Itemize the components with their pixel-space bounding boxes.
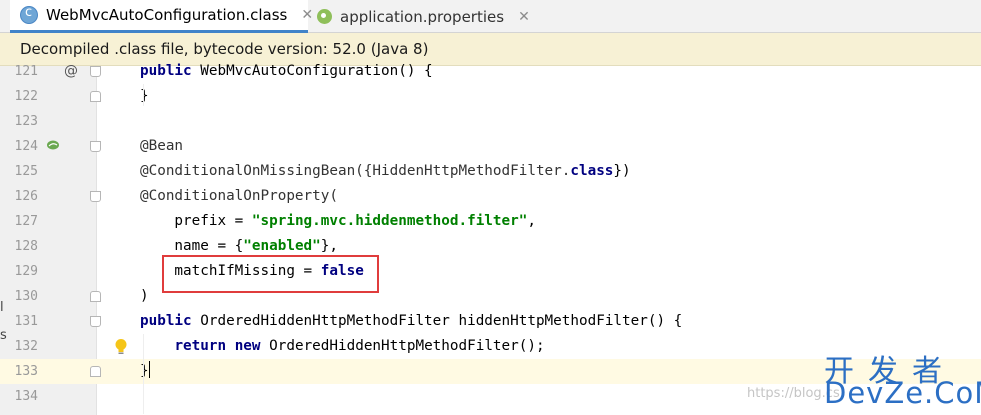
code-token: return [174, 338, 227, 354]
code-line[interactable]: 123 [0, 109, 981, 134]
lightbulb-icon[interactable] [114, 338, 128, 356]
watermark-brand-en: DevZe.CoM [824, 376, 981, 410]
code-token: } [140, 88, 149, 104]
code-text[interactable]: return new OrderedHiddenHttpMethodFilter… [140, 334, 545, 359]
code-token: @Bean [140, 138, 184, 154]
code-token: @ConditionalOnMissingBean({HiddenHttpMet… [140, 163, 571, 179]
indent-guide [143, 84, 144, 106]
code-line[interactable]: 121 public WebMvcAutoConfiguration() { [0, 59, 981, 84]
tab-label: application.properties [340, 7, 505, 26]
text-caret [148, 361, 151, 378]
line-number: 123 [14, 114, 38, 129]
code-line[interactable]: 125 @ConditionalOnMissingBean({HiddenHttp… [0, 159, 981, 184]
code-line[interactable]: 122} [0, 84, 981, 109]
code-line[interactable]: 129 matchIfMissing = false [0, 259, 981, 284]
spring-bean-icon[interactable] [46, 139, 60, 151]
line-number: 133 [14, 364, 38, 379]
code-token: WebMvcAutoConfiguration() { [191, 63, 433, 79]
code-token: OrderedHiddenHttpMethodFilter hiddenHttp… [191, 313, 683, 329]
line-number: 130 [14, 289, 38, 304]
code-token: OrderedHiddenHttpMethodFilter(); [260, 338, 545, 354]
tab-label: WebMvcAutoConfiguration.class [46, 6, 288, 24]
code-token: new [234, 338, 261, 354]
fold-start-icon[interactable] [90, 66, 101, 77]
code-token: "spring.mvc.hiddenmethod.filter" [251, 213, 528, 229]
line-number: 126 [14, 189, 38, 204]
tab-application-properties[interactable]: application.properties ✕ [312, 0, 532, 33]
code-line[interactable]: 128 name = {"enabled"}, [0, 234, 981, 259]
code-token: } [140, 363, 149, 379]
indent-guide [143, 334, 144, 414]
code-text[interactable]: @ConditionalOnProperty( [140, 184, 338, 209]
line-number: 132 [14, 339, 38, 354]
code-text[interactable]: @Bean [140, 134, 183, 159]
code-token: , [527, 213, 536, 229]
code-line[interactable]: 130) [0, 284, 981, 309]
code-text[interactable]: public OrderedHiddenHttpMethodFilter hid… [140, 309, 682, 334]
line-number: 121 [14, 64, 38, 79]
fold-end-icon[interactable] [90, 291, 101, 302]
fold-start-icon[interactable] [90, 141, 101, 152]
code-token: }, [320, 238, 338, 254]
code-text[interactable]: prefix = "spring.mvc.hiddenmethod.filter… [140, 209, 536, 234]
edge-glyph: l [0, 300, 4, 315]
code-line[interactable]: 131 public OrderedHiddenHttpMethodFilter … [0, 309, 981, 334]
code-line[interactable]: 124 @Bean [0, 134, 981, 159]
line-number: 122 [14, 89, 38, 104]
code-line[interactable]: 126 @ConditionalOnProperty( [0, 184, 981, 209]
code-text[interactable]: public WebMvcAutoConfiguration() { [140, 59, 433, 84]
code-token: class [570, 163, 614, 179]
code-text[interactable]: } [140, 84, 149, 109]
code-token: ) [140, 288, 149, 304]
code-token: name = { [140, 238, 244, 254]
fold-end-icon[interactable] [90, 91, 101, 102]
fold-start-icon[interactable] [90, 316, 101, 327]
override-at-icon[interactable]: @ [64, 59, 78, 84]
line-number: 128 [14, 239, 38, 254]
line-number: 134 [14, 389, 38, 404]
matchifmissing-highlight-box [162, 255, 379, 293]
code-token: }) [613, 163, 631, 179]
code-token: "enabled" [243, 238, 321, 254]
code-token: prefix = [140, 213, 252, 229]
line-number: 131 [14, 314, 38, 329]
line-number: 127 [14, 214, 38, 229]
class-file-icon [20, 5, 38, 24]
fold-start-icon[interactable] [90, 191, 101, 202]
code-text[interactable]: @ConditionalOnMissingBean({HiddenHttpMet… [140, 159, 631, 184]
edge-glyph: s [0, 328, 7, 343]
properties-file-icon [317, 9, 332, 24]
fold-end-icon[interactable] [90, 366, 101, 377]
close-tab-icon[interactable]: ✕ [518, 9, 530, 25]
code-token: @ConditionalOnProperty( [140, 188, 338, 204]
code-text[interactable]: ) [140, 284, 149, 309]
tab-webmvcautoconfiguration[interactable]: WebMvcAutoConfiguration.class ✕ [10, 0, 313, 33]
code-text[interactable]: } [140, 359, 151, 384]
line-number: 125 [14, 164, 38, 179]
code-token: public [140, 313, 192, 329]
code-line[interactable]: 127 prefix = "spring.mvc.hiddenmethod.fi… [0, 209, 981, 234]
line-number: 124 [14, 139, 38, 154]
editor-tab-bar: WebMvcAutoConfiguration.class ✕ applicat… [0, 0, 981, 33]
line-number: 129 [14, 264, 38, 279]
code-token: public [140, 63, 192, 79]
